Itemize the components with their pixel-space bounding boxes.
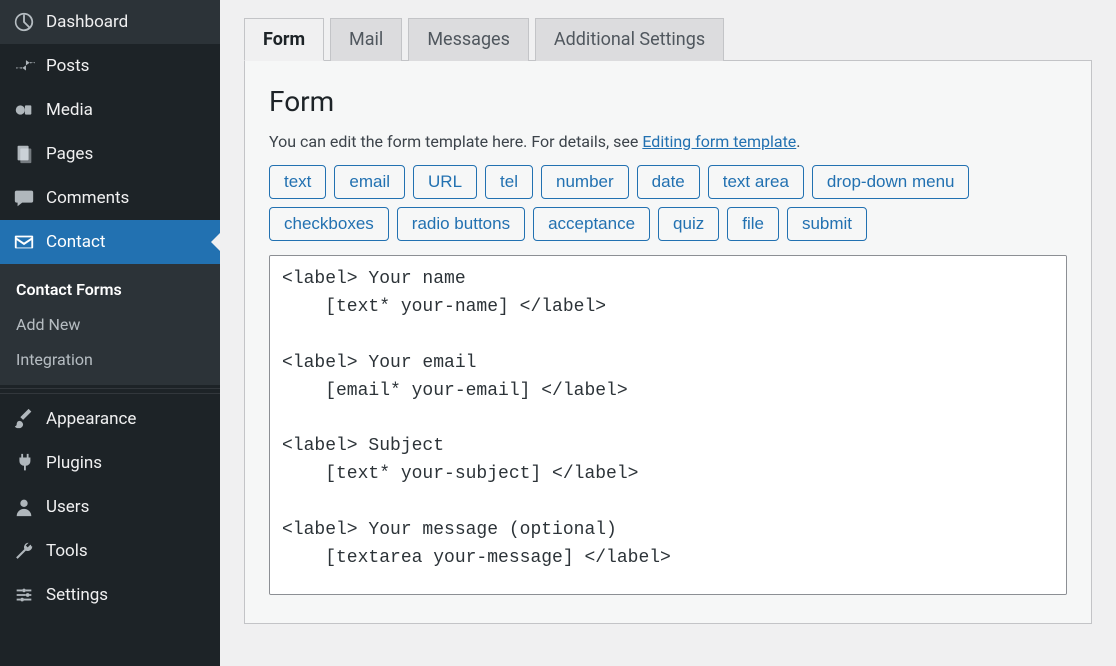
tag-btn-acceptance[interactable]: acceptance — [533, 207, 650, 241]
panel-description-suffix: . — [796, 132, 800, 151]
sidebar-item-tools[interactable]: Tools — [0, 529, 220, 573]
tag-btn-checkboxes[interactable]: checkboxes — [269, 207, 389, 241]
sidebar-item-label: Tools — [46, 541, 88, 561]
sidebar-item-label: Pages — [46, 144, 93, 164]
admin-sidebar: Dashboard Posts Media Pages Comments Con… — [0, 0, 220, 666]
sidebar-separator — [0, 388, 220, 394]
sidebar-item-label: Plugins — [46, 453, 102, 473]
sidebar-item-appearance[interactable]: Appearance — [0, 397, 220, 441]
brush-icon — [12, 407, 36, 431]
tab-mail[interactable]: Mail — [330, 18, 402, 61]
wrench-icon — [12, 539, 36, 563]
sidebar-item-label: Posts — [46, 56, 89, 76]
sidebar-item-label: Appearance — [46, 409, 136, 429]
pin-icon — [12, 54, 36, 78]
tag-btn-number[interactable]: number — [541, 165, 629, 199]
comment-icon — [12, 186, 36, 210]
tag-btn-dropdown[interactable]: drop-down menu — [812, 165, 970, 199]
tag-btn-url[interactable]: URL — [413, 165, 477, 199]
user-icon — [12, 495, 36, 519]
sidebar-item-label: Dashboard — [46, 12, 128, 32]
tag-btn-file[interactable]: file — [727, 207, 779, 241]
editing-template-link[interactable]: Editing form template — [642, 132, 796, 151]
sidebar-item-label: Comments — [46, 188, 129, 208]
sidebar-item-dashboard[interactable]: Dashboard — [0, 0, 220, 44]
sidebar-item-plugins[interactable]: Plugins — [0, 441, 220, 485]
tag-btn-textarea[interactable]: text area — [708, 165, 804, 199]
sidebar-submenu: Contact Forms Add New Integration — [0, 264, 220, 385]
submenu-item-contact-forms[interactable]: Contact Forms — [0, 272, 220, 307]
plug-icon — [12, 451, 36, 475]
tag-btn-text[interactable]: text — [269, 165, 326, 199]
sidebar-item-users[interactable]: Users — [0, 485, 220, 529]
main-content: Form Mail Messages Additional Settings F… — [220, 0, 1116, 666]
submenu-item-integration[interactable]: Integration — [0, 342, 220, 377]
tag-btn-quiz[interactable]: quiz — [658, 207, 719, 241]
sidebar-item-contact[interactable]: Contact — [0, 220, 220, 264]
mail-icon — [12, 230, 36, 254]
sidebar-item-posts[interactable]: Posts — [0, 44, 220, 88]
tag-generator-buttons: text email URL tel number date text area… — [269, 165, 1067, 241]
media-icon — [12, 98, 36, 122]
panel-description-text: You can edit the form template here. For… — [269, 132, 642, 151]
sidebar-item-label: Media — [46, 100, 93, 120]
sidebar-item-settings[interactable]: Settings — [0, 573, 220, 617]
submenu-item-add-new[interactable]: Add New — [0, 307, 220, 342]
sliders-icon — [12, 583, 36, 607]
tab-messages[interactable]: Messages — [408, 18, 529, 61]
sidebar-item-label: Users — [46, 497, 89, 517]
tag-btn-submit[interactable]: submit — [787, 207, 867, 241]
sidebar-item-comments[interactable]: Comments — [0, 176, 220, 220]
tag-btn-radio[interactable]: radio buttons — [397, 207, 525, 241]
sidebar-item-media[interactable]: Media — [0, 88, 220, 132]
sidebar-item-pages[interactable]: Pages — [0, 132, 220, 176]
tab-bar: Form Mail Messages Additional Settings — [244, 18, 1092, 61]
panel-heading: Form — [269, 85, 1067, 118]
tag-btn-email[interactable]: email — [334, 165, 405, 199]
pages-icon — [12, 142, 36, 166]
form-template-editor[interactable] — [269, 255, 1067, 595]
sidebar-item-label: Settings — [46, 585, 108, 605]
panel-description: You can edit the form template here. For… — [269, 132, 1067, 151]
tab-additional-settings[interactable]: Additional Settings — [535, 18, 724, 61]
tag-btn-date[interactable]: date — [637, 165, 700, 199]
form-panel: Form You can edit the form template here… — [244, 61, 1092, 624]
tab-form[interactable]: Form — [244, 18, 324, 61]
tag-btn-tel[interactable]: tel — [485, 165, 533, 199]
sidebar-item-label: Contact — [46, 232, 105, 252]
dashboard-icon — [12, 10, 36, 34]
